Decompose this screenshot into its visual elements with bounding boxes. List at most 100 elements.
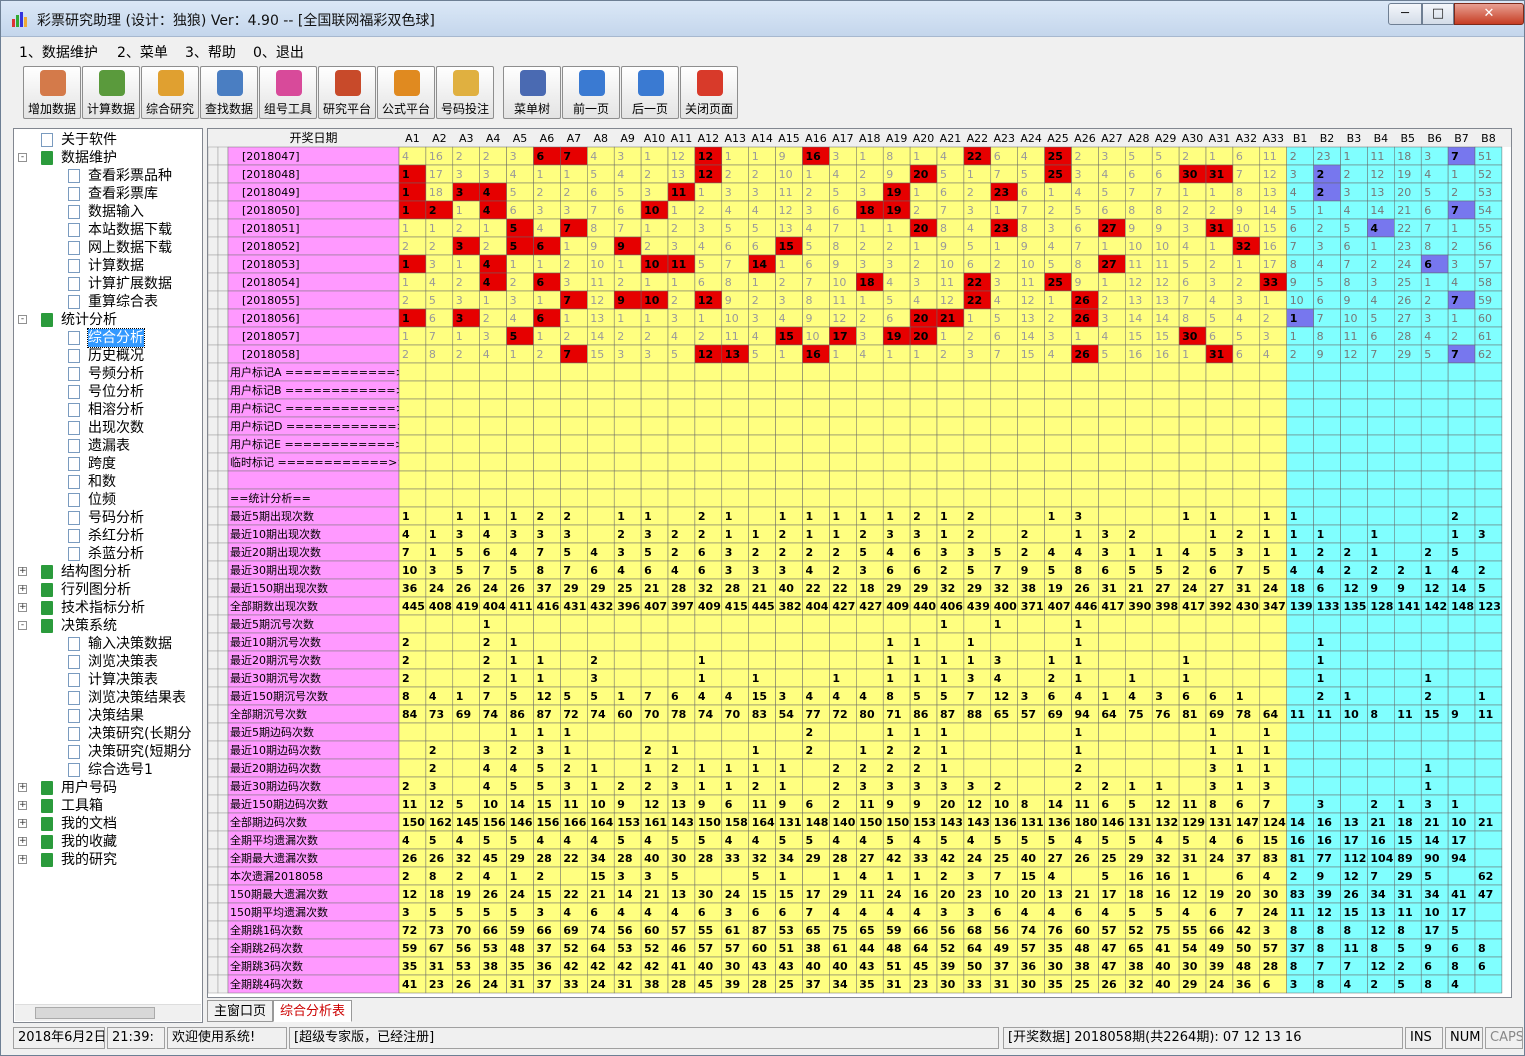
grid-cell[interactable]: [1205, 452, 1234, 472]
grid-cell[interactable]: [1367, 722, 1395, 742]
grid-cell[interactable]: [694, 362, 723, 382]
grid-cell[interactable]: [694, 488, 723, 508]
grid-cell[interactable]: [748, 452, 776, 472]
grid-cell[interactable]: [963, 488, 992, 508]
tree-item[interactable]: 决策结果: [14, 707, 202, 725]
grid-cell[interactable]: [963, 452, 992, 472]
grid-cell[interactable]: [1447, 668, 1476, 688]
row-indicator[interactable]: [217, 506, 229, 526]
grid-cell[interactable]: [721, 380, 749, 400]
tree-item[interactable]: 查看彩票品种: [14, 167, 202, 185]
grid-cell[interactable]: [1313, 722, 1341, 742]
row-indicator[interactable]: [208, 236, 219, 256]
toolbar-button-7[interactable]: 号码投注: [436, 66, 494, 119]
grid-cell[interactable]: [1340, 740, 1368, 760]
grid-cell[interactable]: [909, 488, 938, 508]
grid-cell[interactable]: [1178, 488, 1207, 508]
grid-cell[interactable]: [1205, 668, 1234, 688]
grid-cell[interactable]: [1394, 434, 1422, 454]
grid-cell[interactable]: [1394, 542, 1422, 562]
grid-cell[interactable]: [829, 380, 857, 400]
grid-cell[interactable]: [1313, 614, 1341, 634]
grid-cell[interactable]: [425, 470, 454, 490]
grid-cell[interactable]: [398, 362, 427, 382]
grid-cell[interactable]: [1394, 632, 1422, 652]
grid-cell[interactable]: [1017, 434, 1045, 454]
row-indicator[interactable]: [208, 794, 219, 814]
row-indicator[interactable]: [217, 236, 229, 256]
grid-cell[interactable]: [1447, 722, 1476, 742]
grid-cell[interactable]: [587, 362, 615, 382]
grid-cell[interactable]: [1420, 632, 1449, 652]
grid-cell[interactable]: [1313, 758, 1341, 778]
grid-cell[interactable]: [1286, 398, 1314, 418]
grid-cell[interactable]: [1313, 776, 1341, 796]
grid-cell[interactable]: [1394, 452, 1422, 472]
row-indicator[interactable]: [217, 596, 229, 616]
grid-cell[interactable]: [1474, 470, 1503, 490]
grid-cell[interactable]: [452, 488, 480, 508]
grid-cell[interactable]: [479, 380, 507, 400]
grid-cell[interactable]: [936, 362, 965, 382]
grid-cell[interactable]: [1125, 614, 1153, 634]
grid-cell[interactable]: [775, 740, 803, 760]
row-indicator[interactable]: [208, 830, 219, 850]
grid-cell[interactable]: [1394, 488, 1422, 508]
grid-cell[interactable]: [425, 452, 454, 472]
grid-cell[interactable]: [1071, 362, 1099, 382]
grid-cell[interactable]: [829, 470, 857, 490]
grid-cell[interactable]: [1151, 722, 1180, 742]
grid-cell[interactable]: [1044, 740, 1072, 760]
row-indicator[interactable]: [208, 884, 219, 904]
grid-cell[interactable]: [1367, 452, 1395, 472]
grid-cell[interactable]: [1447, 740, 1476, 760]
menu-exit[interactable]: 0、退出: [253, 42, 304, 62]
grid-cell[interactable]: [452, 632, 480, 652]
grid-cell[interactable]: [775, 362, 803, 382]
row-indicator[interactable]: [217, 326, 229, 346]
grid-cell[interactable]: [1017, 416, 1045, 436]
grid-cell[interactable]: [1286, 452, 1314, 472]
tree-item[interactable]: 决策研究(长期分: [14, 725, 202, 743]
row-indicator[interactable]: [208, 470, 219, 490]
grid-cell[interactable]: [479, 488, 507, 508]
grid-cell[interactable]: [533, 434, 561, 454]
grid-cell[interactable]: [721, 650, 749, 670]
row-indicator[interactable]: [217, 164, 229, 184]
tree-item[interactable]: 查看彩票库: [14, 185, 202, 203]
grid-cell[interactable]: [1286, 776, 1314, 796]
grid-cell[interactable]: [990, 434, 1018, 454]
grid-cell[interactable]: [1286, 758, 1314, 778]
expand-icon[interactable]: +: [18, 567, 27, 576]
grid-cell[interactable]: [721, 362, 749, 382]
grid-cell[interactable]: [398, 434, 427, 454]
grid-cell[interactable]: [640, 398, 669, 418]
row-indicator[interactable]: [217, 740, 229, 760]
grid-cell[interactable]: [1286, 470, 1314, 490]
grid-cell[interactable]: [1474, 794, 1503, 814]
row-indicator[interactable]: [217, 920, 229, 940]
grid-cell[interactable]: [1340, 488, 1368, 508]
row-indicator[interactable]: [208, 542, 219, 562]
grid-cell[interactable]: [856, 722, 884, 742]
grid-cell[interactable]: [802, 668, 830, 688]
grid-cell[interactable]: [990, 398, 1018, 418]
grid-cell[interactable]: [1125, 362, 1153, 382]
grid-cell[interactable]: [1286, 380, 1314, 400]
grid-cell[interactable]: [936, 398, 965, 418]
row-indicator[interactable]: [217, 758, 229, 778]
row-indicator[interactable]: [208, 776, 219, 796]
collapse-icon[interactable]: -: [18, 315, 27, 324]
grid-cell[interactable]: [1205, 380, 1234, 400]
tree-item[interactable]: 杀红分析: [14, 527, 202, 545]
tree-item[interactable]: 相溶分析: [14, 401, 202, 419]
tree-item[interactable]: 浏览决策表: [14, 653, 202, 671]
grid-cell[interactable]: [1178, 398, 1207, 418]
grid-cell[interactable]: [1340, 650, 1368, 670]
grid-cell[interactable]: [1447, 434, 1476, 454]
grid-cell[interactable]: [667, 434, 696, 454]
grid-cell[interactable]: [990, 722, 1018, 742]
close-window-button[interactable]: ✕: [1454, 3, 1524, 25]
grid-cell[interactable]: [1017, 758, 1045, 778]
row-indicator[interactable]: [208, 146, 219, 166]
